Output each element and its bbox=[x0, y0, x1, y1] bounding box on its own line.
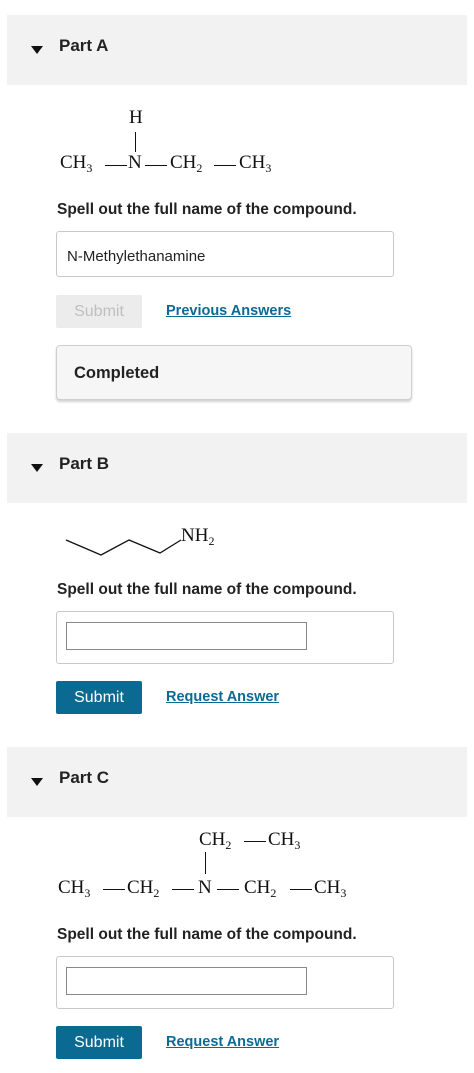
ch3-right: CH3 bbox=[314, 877, 347, 900]
part-c-prompt: Spell out the full name of the compound. bbox=[57, 926, 357, 943]
top-ch2: CH2 bbox=[199, 829, 232, 852]
ch2-left: CH2 bbox=[127, 877, 160, 900]
part-b-prompt: Spell out the full name of the compound. bbox=[57, 581, 357, 598]
nh2-group: NH2 bbox=[181, 525, 215, 548]
part-b-answer-input[interactable] bbox=[66, 622, 307, 650]
top-ch3: CH3 bbox=[268, 829, 301, 852]
ch3-left: CH3 bbox=[58, 877, 91, 900]
bond-ch3-ch2 bbox=[103, 889, 125, 891]
part-c-submit-button[interactable]: Submit bbox=[56, 1026, 142, 1059]
bond-n-ch2 bbox=[217, 889, 239, 891]
part-b-skeletal-structure bbox=[65, 539, 182, 556]
part-b-request-answer-link[interactable]: Request Answer bbox=[166, 689, 279, 705]
bond-n-top-ch2 bbox=[205, 852, 207, 874]
part-c-title: Part C bbox=[59, 768, 110, 787]
part-b-submit-button[interactable]: Submit bbox=[56, 681, 142, 714]
part-b-answer-container bbox=[56, 611, 394, 664]
bond-top-ch2-ch3 bbox=[244, 841, 266, 843]
part-c-answer-input[interactable] bbox=[66, 967, 307, 995]
part-c-answer-container bbox=[56, 956, 394, 1009]
bond-ch2-n bbox=[172, 889, 194, 891]
part-c-request-answer-link[interactable]: Request Answer bbox=[166, 1034, 279, 1050]
ch2-right: CH2 bbox=[244, 877, 277, 900]
carbon-chain bbox=[65, 539, 182, 556]
part-c-header[interactable]: Part C bbox=[7, 747, 467, 817]
n-atom: N bbox=[198, 877, 212, 898]
bond-ch2-ch3 bbox=[290, 889, 312, 891]
triangle-down-icon[interactable] bbox=[31, 778, 43, 786]
